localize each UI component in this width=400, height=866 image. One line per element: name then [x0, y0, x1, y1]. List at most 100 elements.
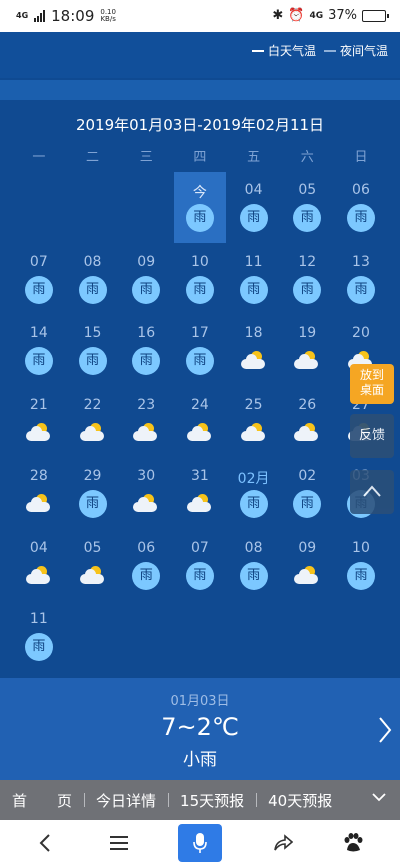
- calendar-day[interactable]: 09 雨: [119, 244, 173, 316]
- legend-night: 夜间气温: [323, 42, 388, 59]
- calendar-day[interactable]: 24: [173, 387, 227, 459]
- tab-item[interactable]: 15天预报: [168, 790, 256, 811]
- partly-cloudy-icon: [186, 494, 213, 514]
- legend-night-swatch: [323, 49, 336, 52]
- summary-temperature: 7~2℃: [161, 713, 239, 741]
- weekday-label: 日: [354, 150, 368, 165]
- calendar-day[interactable]: 21: [12, 387, 66, 459]
- baidu-home-button[interactable]: [328, 820, 378, 866]
- calendar-day[interactable]: 15 雨: [66, 315, 120, 387]
- partly-cloudy-icon: [133, 494, 159, 514]
- calendar-day[interactable]: 05: [66, 530, 120, 602]
- chevron-right-icon[interactable]: [378, 716, 392, 744]
- calendar-day[interactable]: 10 雨: [334, 530, 388, 602]
- calendar-day[interactable]: 19: [280, 315, 334, 387]
- legend-bar: 白天气温 夜间气温: [0, 32, 400, 78]
- rain-icon: 雨: [293, 275, 322, 304]
- weekday-header: 一二三四五六日: [12, 146, 388, 165]
- rain-icon: 雨: [346, 275, 375, 304]
- partly-cloudy-icon: [186, 422, 213, 443]
- share-icon: [274, 834, 293, 851]
- back-to-top-button[interactable]: [350, 470, 394, 514]
- calendar-day-today[interactable]: 今雨: [174, 172, 226, 243]
- chart-strip: [0, 80, 400, 100]
- calendar-day[interactable]: 22: [66, 387, 120, 459]
- calendar-day: [66, 172, 120, 244]
- calendar-day[interactable]: 28: [12, 458, 66, 530]
- temperature-legend: 白天气温 夜间气温: [251, 42, 388, 59]
- calendar-day[interactable]: 26: [280, 387, 334, 459]
- day-number: 10: [352, 539, 370, 556]
- tab-item[interactable]: 今日详情: [84, 790, 168, 811]
- back-icon: [39, 834, 50, 852]
- calendar-day[interactable]: 07 雨: [12, 244, 66, 316]
- calendar-day[interactable]: 12 雨: [280, 244, 334, 316]
- calendar-day[interactable]: 08 雨: [66, 244, 120, 316]
- rain-icon: 雨: [132, 561, 161, 590]
- calendar-day[interactable]: 16 雨: [119, 315, 173, 387]
- share-button[interactable]: [258, 820, 308, 866]
- tab-item[interactable]: 首 页: [0, 790, 84, 811]
- calendar-day[interactable]: 29 雨: [66, 458, 120, 530]
- day-summary: 01月03日 7~2℃ 小雨: [0, 678, 400, 780]
- day-number: 08: [244, 539, 263, 556]
- signal-icon: [34, 10, 46, 22]
- voice-search-button[interactable]: [178, 824, 222, 862]
- battery-percent: 37%: [328, 8, 357, 23]
- calendar-day[interactable]: 06 雨: [334, 172, 388, 244]
- alarm-icon: ⏰: [288, 8, 305, 23]
- day-number: 13: [352, 253, 370, 270]
- tab-item[interactable]: 40天预报: [256, 790, 344, 811]
- rain-icon: 雨: [185, 561, 214, 590]
- summary-weather: 小雨: [183, 750, 217, 770]
- chevron-down-icon[interactable]: [372, 792, 386, 802]
- menu-button[interactable]: [94, 820, 144, 866]
- day-number: 31: [190, 468, 209, 484]
- day-number: 12: [298, 253, 317, 270]
- rain-icon: 雨: [239, 275, 268, 304]
- calendar-day[interactable]: 18: [227, 315, 281, 387]
- calendar-day: [12, 172, 66, 244]
- calendar-day[interactable]: 09: [280, 530, 334, 602]
- partly-cloudy-icon: [25, 565, 52, 586]
- calendar-day[interactable]: 05 雨: [280, 172, 334, 244]
- network-type: 4G: [16, 11, 29, 20]
- calendar-day[interactable]: 04: [12, 530, 66, 602]
- calendar-day[interactable]: 06 雨: [119, 530, 173, 602]
- calendar-day[interactable]: 02 雨: [280, 458, 334, 530]
- rain-icon: 雨: [78, 347, 107, 375]
- calendar-day[interactable]: 17 雨: [173, 315, 227, 387]
- legend-day-label: 白天气温: [267, 44, 316, 58]
- partly-cloudy-icon: [240, 422, 267, 443]
- day-number: 09: [298, 539, 317, 556]
- calendar-day[interactable]: 14 雨: [12, 315, 66, 387]
- rain-icon: 雨: [185, 275, 214, 304]
- battery-icon: [362, 9, 389, 22]
- calendar-day[interactable]: 23: [119, 387, 173, 459]
- forecast-calendar: 2019年01月03日-2019年02月11日 一 二 三 四 五 六 日 今雨 04 雨 05 雨…: [0, 100, 400, 678]
- calendar-day[interactable]: 07 雨: [173, 530, 227, 602]
- day-number: 30: [137, 468, 156, 484]
- rain-icon: 雨: [239, 490, 268, 518]
- calendar-day[interactable]: 25: [227, 387, 281, 459]
- calendar-day[interactable]: 10 雨: [173, 244, 227, 316]
- partly-cloudy-icon: [133, 422, 159, 443]
- legend-day: 白天气温: [251, 42, 316, 59]
- calendar-day[interactable]: 11 雨: [227, 244, 281, 316]
- day-number: 22: [83, 396, 102, 413]
- calendar-day[interactable]: 08 雨: [227, 530, 281, 602]
- add-to-desktop-button[interactable]: 放到 桌面: [350, 364, 394, 404]
- calendar-day[interactable]: 31: [173, 458, 227, 530]
- back-button[interactable]: [20, 820, 70, 866]
- paw-icon: [344, 833, 363, 852]
- day-number: 07: [190, 539, 209, 556]
- calendar-day[interactable]: 13 雨: [334, 244, 388, 316]
- calendar-day[interactable]: 11 雨: [12, 601, 66, 673]
- calendar-day[interactable]: 04 雨: [227, 172, 281, 244]
- day-number: 04: [29, 539, 48, 556]
- calendar-day[interactable]: 30: [119, 458, 173, 530]
- calendar-day[interactable]: 02月雨: [227, 458, 281, 530]
- feedback-button[interactable]: 反馈: [350, 414, 394, 458]
- browser-nav-bar: [0, 820, 400, 866]
- rain-icon: 雨: [293, 490, 322, 518]
